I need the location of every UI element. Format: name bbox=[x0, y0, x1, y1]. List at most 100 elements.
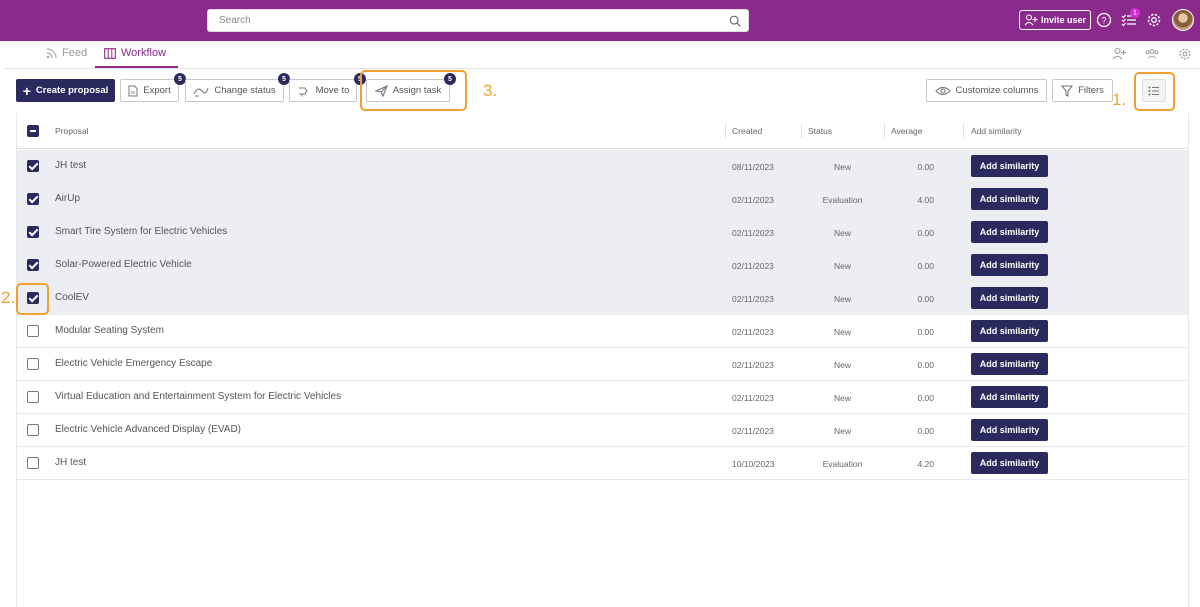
header-created[interactable]: Created bbox=[732, 126, 762, 136]
top-bar: Search Invite user ? 1 bbox=[0, 0, 1200, 41]
add-similarity-button[interactable]: Add similarity bbox=[971, 419, 1048, 441]
tab-feed[interactable]: Feed bbox=[46, 47, 87, 59]
row-checkbox[interactable] bbox=[27, 226, 39, 238]
tasks-badge: 1 bbox=[1130, 8, 1140, 18]
row-checkbox[interactable] bbox=[27, 424, 39, 436]
table-row[interactable]: Modular Seating System 02/11/2023 New 0.00 A… bbox=[17, 315, 1188, 348]
status-text: Evaluation bbox=[822, 459, 863, 469]
average-score: 0.00 bbox=[917, 294, 934, 304]
add-similarity-button[interactable]: Add similarity bbox=[971, 386, 1048, 408]
invite-user-label: Invite user bbox=[1040, 15, 1087, 25]
table-row[interactable]: CoolEV 02/11/2023 New 0.00 Add similarity bbox=[17, 282, 1188, 315]
table-row[interactable]: Solar-Powered Electric Vehicle 02/11/2023… bbox=[17, 249, 1188, 282]
plus-icon: + bbox=[22, 82, 31, 99]
add-similarity-button[interactable]: Add similarity bbox=[971, 353, 1048, 375]
filters-button[interactable]: Filters bbox=[1052, 79, 1113, 102]
select-all-checkbox[interactable] bbox=[27, 125, 39, 137]
header-proposal[interactable]: Proposal bbox=[55, 126, 89, 136]
settings-icon[interactable] bbox=[1178, 47, 1192, 61]
filters-label: Filters bbox=[1078, 85, 1104, 96]
tab-bar: Feed Workflow bbox=[4, 41, 1200, 69]
add-similarity-button[interactable]: Add similarity bbox=[971, 221, 1048, 243]
invite-user-button[interactable]: Invite user bbox=[1019, 10, 1091, 30]
move-icon bbox=[298, 86, 308, 96]
row-checkbox[interactable] bbox=[27, 259, 39, 271]
proposal-title[interactable]: CoolEV bbox=[55, 292, 89, 303]
created-date: 10/10/2023 bbox=[732, 459, 775, 469]
row-checkbox[interactable] bbox=[27, 457, 39, 469]
move-to-button[interactable]: Move to 5 bbox=[289, 73, 366, 102]
tab-workflow[interactable]: Workflow bbox=[104, 47, 166, 59]
average-score: 4.00 bbox=[917, 195, 934, 205]
filter-icon bbox=[1061, 84, 1074, 97]
proposal-title[interactable]: Smart Tire System for Electric Vehicles bbox=[55, 226, 227, 237]
table-row[interactable]: JH test 08/11/2023 New 0.00 Add similarity bbox=[17, 150, 1188, 183]
add-similarity-button[interactable]: Add similarity bbox=[971, 155, 1048, 177]
add-similarity-button[interactable]: Add similarity bbox=[971, 254, 1048, 276]
proposal-title[interactable]: Solar-Powered Electric Vehicle bbox=[55, 259, 192, 270]
change-status-button[interactable]: Change status 5 bbox=[185, 73, 290, 102]
average-score: 0.00 bbox=[917, 261, 934, 271]
team-icon[interactable] bbox=[1145, 47, 1159, 61]
average-score: 0.00 bbox=[917, 360, 934, 370]
avatar[interactable] bbox=[1172, 9, 1194, 31]
search-icon[interactable] bbox=[728, 14, 742, 28]
average-score: 0.00 bbox=[917, 327, 934, 337]
table-row[interactable]: AirUp 02/11/2023 Evaluation 4.00 Add similar… bbox=[17, 183, 1188, 216]
add-similarity-button[interactable]: Add similarity bbox=[971, 452, 1048, 474]
create-proposal-button[interactable]: + Create proposal bbox=[16, 79, 115, 102]
customize-columns-button[interactable]: Customize columns bbox=[926, 79, 1047, 102]
active-tab-indicator bbox=[95, 66, 178, 68]
document-icon: W bbox=[128, 85, 138, 96]
step-3-label: 3. bbox=[483, 81, 498, 100]
search-placeholder: Search bbox=[219, 15, 251, 26]
step-2-label: 2. bbox=[1, 288, 16, 307]
status-text: New bbox=[833, 426, 851, 436]
search-input[interactable]: Search bbox=[207, 9, 749, 32]
export-button[interactable]: W Export 5 bbox=[120, 73, 186, 102]
row-checkbox[interactable] bbox=[27, 391, 39, 403]
rss-icon bbox=[46, 47, 57, 58]
table-row[interactable]: Virtual Education and Entertainment Syst… bbox=[17, 381, 1188, 414]
column-divider bbox=[884, 124, 885, 138]
add-user-icon[interactable] bbox=[1112, 47, 1126, 61]
add-similarity-button[interactable]: Add similarity bbox=[971, 320, 1048, 342]
proposal-title[interactable]: Modular Seating System bbox=[55, 325, 164, 336]
move-to-label: Move to bbox=[315, 85, 350, 96]
board-icon bbox=[104, 47, 116, 59]
proposal-title[interactable]: JH test bbox=[55, 457, 86, 468]
proposal-title[interactable]: Electric Vehicle Emergency Escape bbox=[55, 358, 212, 369]
proposal-title[interactable]: AirUp bbox=[55, 193, 80, 204]
header-status[interactable]: Status bbox=[808, 126, 832, 136]
row-checkbox[interactable] bbox=[27, 358, 39, 370]
header-add-similarity: Add similarity bbox=[971, 126, 1022, 136]
table-row[interactable]: JH test 10/10/2023 Evaluation 4.20 Add simil… bbox=[17, 447, 1188, 480]
proposal-title[interactable]: Electric Vehicle Advanced Display (EVAD) bbox=[55, 424, 241, 435]
proposal-title[interactable]: Virtual Education and Entertainment Syst… bbox=[55, 391, 341, 402]
column-divider bbox=[963, 124, 964, 138]
tab-workflow-label: Workflow bbox=[121, 47, 167, 59]
table-row[interactable]: Smart Tire System for Electric Vehicles 0… bbox=[17, 216, 1188, 249]
proposal-title[interactable]: JH test bbox=[55, 160, 86, 171]
table-row[interactable]: Electric Vehicle Advanced Display (EVAD)… bbox=[17, 414, 1188, 447]
add-similarity-button[interactable]: Add similarity bbox=[971, 287, 1048, 309]
create-proposal-label: Create proposal bbox=[35, 85, 109, 96]
add-similarity-button[interactable]: Add similarity bbox=[971, 188, 1048, 210]
created-date: 02/11/2023 bbox=[732, 360, 774, 370]
status-text: New bbox=[833, 393, 851, 403]
gear-icon[interactable] bbox=[1146, 12, 1162, 28]
created-date: 02/11/2023 bbox=[732, 195, 774, 205]
svg-text:W: W bbox=[131, 90, 136, 95]
row-checkbox[interactable] bbox=[27, 325, 39, 337]
header-average[interactable]: Average bbox=[891, 126, 923, 136]
status-text: New bbox=[833, 261, 851, 271]
row-checkbox[interactable] bbox=[27, 193, 39, 205]
created-date: 02/11/2023 bbox=[732, 327, 774, 337]
table-row[interactable]: Electric Vehicle Emergency Escape 02/11/2… bbox=[17, 348, 1188, 381]
created-date: 02/11/2023 bbox=[732, 393, 774, 403]
created-date: 02/11/2023 bbox=[732, 261, 774, 271]
row-checkbox[interactable] bbox=[27, 160, 39, 172]
help-icon[interactable]: ? bbox=[1096, 12, 1112, 28]
eye-icon bbox=[934, 86, 951, 95]
status-text: New bbox=[833, 327, 851, 337]
